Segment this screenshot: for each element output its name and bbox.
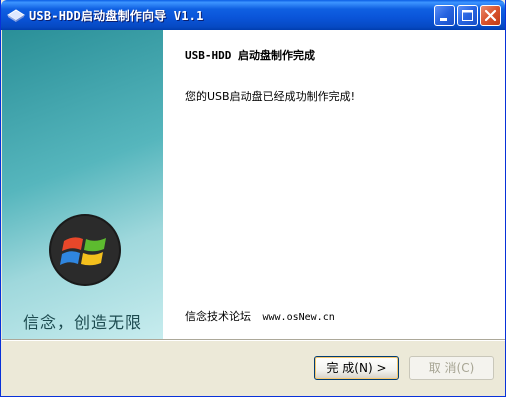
close-button[interactable] [480, 5, 501, 26]
footer-divider [2, 339, 505, 341]
usb-disk-icon [7, 8, 25, 22]
windows-logo-icon [49, 214, 121, 286]
slogan-text: 信念，创造无限 [22, 313, 142, 332]
wizard-window: USB-HDD启动盘制作向导 V1.1 信念，创造无限 USB-HDD 启动盘制… [0, 0, 506, 397]
close-icon [484, 9, 497, 22]
finish-button[interactable]: 完 成(N) > [314, 356, 399, 380]
maximize-icon [462, 10, 473, 21]
title-bar[interactable]: USB-HDD启动盘制作向导 V1.1 [1, 0, 505, 30]
window-title: USB-HDD启动盘制作向导 V1.1 [29, 9, 204, 23]
sidebar-banner: 信念，创造无限 [2, 30, 163, 339]
forum-label: 信念技术论坛 [185, 310, 251, 323]
cancel-button[interactable]: 取 消(C) [409, 356, 494, 380]
minimize-button[interactable] [434, 5, 455, 26]
forum-url[interactable]: www.osNew.cn [263, 312, 335, 323]
minimize-icon [440, 18, 447, 21]
page-heading: USB-HDD 启动盘制作完成 [185, 49, 315, 62]
forum-info: 信念技术论坛 www.osNew.cn [185, 308, 335, 324]
completion-message: 您的USB启动盘已经成功制作完成! [185, 90, 355, 103]
content-panel: USB-HDD 启动盘制作完成 您的USB启动盘已经成功制作完成! 信念技术论坛… [163, 30, 505, 339]
maximize-button[interactable] [457, 5, 478, 26]
